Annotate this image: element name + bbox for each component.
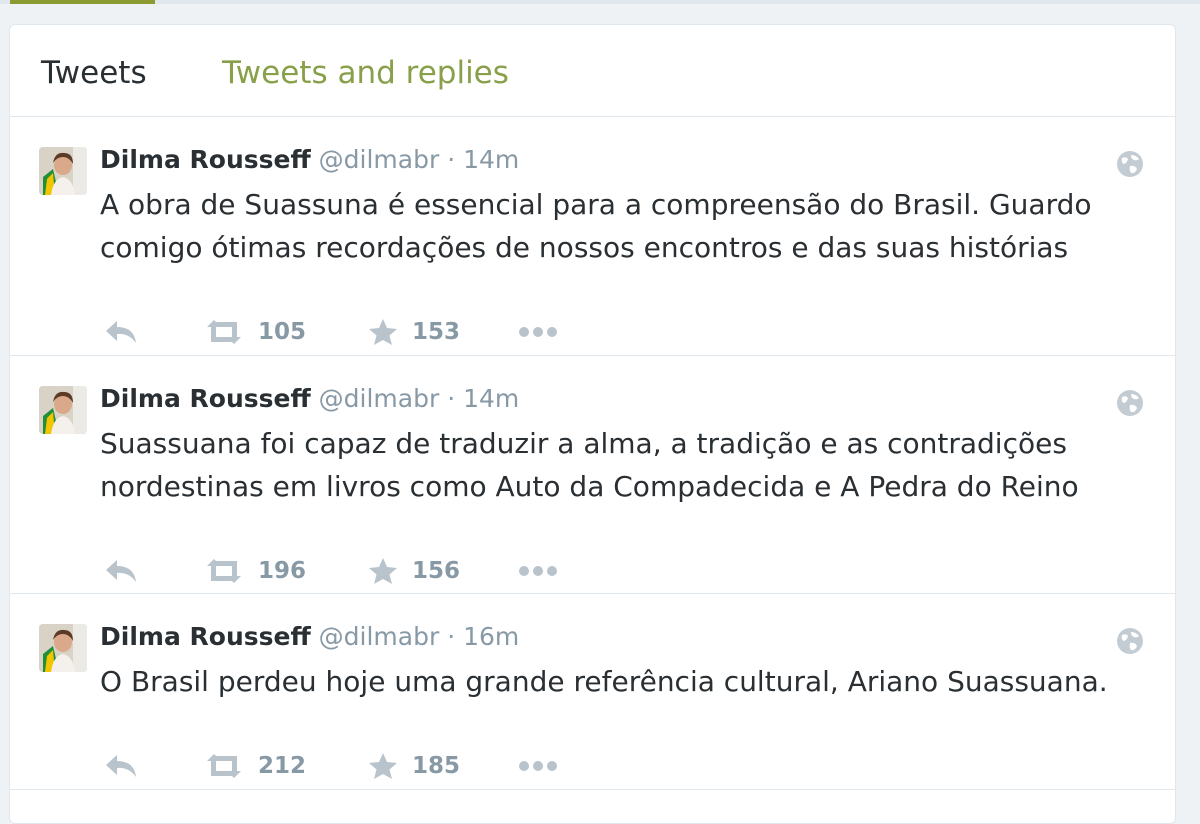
tweet-text: O Brasil perdeu hoje uma grande referênc… (100, 665, 1108, 698)
reply-button[interactable] (104, 551, 138, 591)
avatar[interactable] (39, 624, 87, 672)
tweet-actions: 212 185 (100, 746, 700, 786)
author-name[interactable]: Dilma Rousseff (100, 145, 311, 174)
more-icon (519, 566, 557, 576)
reply-button[interactable] (104, 746, 138, 786)
tweet[interactable]: Dilma Rousseff @dilmabr · 14m Suassuana … (10, 356, 1175, 594)
retweet-count: 196 (258, 558, 307, 584)
favorite-button[interactable]: 185 (368, 746, 460, 786)
more-icon (519, 761, 557, 771)
favorite-count: 185 (412, 753, 461, 779)
reply-icon (106, 321, 136, 343)
separator: · (447, 622, 456, 651)
timeline-panel: Tweets Tweets and replies Dilma Rousseff… (9, 24, 1176, 824)
favorite-button[interactable]: 156 (368, 551, 460, 591)
tweet-text: A obra de Suassuna é essencial para a co… (100, 188, 1092, 264)
timestamp[interactable]: 16m (463, 622, 519, 651)
favorite-count: 153 (412, 319, 461, 345)
top-bar (0, 0, 1200, 4)
more-button[interactable] (518, 551, 558, 591)
star-icon (369, 319, 397, 345)
more-button[interactable] (518, 312, 558, 352)
author-name[interactable]: Dilma Rousseff (100, 384, 311, 413)
retweet-button[interactable]: 105 (204, 312, 306, 352)
more-icon (519, 327, 557, 337)
author-handle[interactable]: @dilmabr (319, 622, 440, 651)
author-handle[interactable]: @dilmabr (319, 384, 440, 413)
retweet-count: 105 (258, 319, 307, 345)
separator: · (447, 145, 456, 174)
timeline-tabs: Tweets Tweets and replies (10, 25, 1175, 117)
retweet-icon (207, 754, 241, 778)
tweet-text: Suassuana foi capaz de traduzir a alma, … (100, 427, 1079, 503)
retweet-button[interactable]: 196 (204, 551, 306, 591)
reply-button[interactable] (104, 312, 138, 352)
retweet-icon (207, 320, 241, 344)
reply-icon (106, 560, 136, 582)
timestamp[interactable]: 14m (463, 145, 519, 174)
retweet-icon (207, 559, 241, 583)
author-name[interactable]: Dilma Rousseff (100, 622, 311, 651)
star-icon (369, 558, 397, 584)
tweet-actions: 196 156 (100, 551, 700, 591)
more-button[interactable] (518, 746, 558, 786)
tab-tweets[interactable]: Tweets (41, 53, 147, 93)
favorite-count: 156 (412, 558, 461, 584)
tweet[interactable]: Dilma Rousseff @dilmabr · 16m O Brasil p… (10, 594, 1175, 790)
avatar[interactable] (39, 147, 87, 195)
tab-tweets-and-replies[interactable]: Tweets and replies (222, 53, 509, 93)
tweet-actions: 105 153 (100, 312, 700, 352)
retweet-button[interactable]: 212 (204, 746, 306, 786)
timestamp[interactable]: 14m (463, 384, 519, 413)
favorite-button[interactable]: 153 (368, 312, 460, 352)
avatar[interactable] (39, 386, 87, 434)
globe-icon (1115, 149, 1145, 179)
tweet-header: Dilma Rousseff @dilmabr · 14m (100, 382, 519, 416)
tweet-header: Dilma Rousseff @dilmabr · 16m (100, 620, 519, 654)
globe-icon (1115, 388, 1145, 418)
globe-icon (1115, 626, 1145, 656)
reply-icon (106, 755, 136, 777)
active-nav-indicator (10, 0, 155, 4)
separator: · (447, 384, 456, 413)
tweet-header: Dilma Rousseff @dilmabr · 14m (100, 143, 519, 177)
author-handle[interactable]: @dilmabr (319, 145, 440, 174)
star-icon (369, 753, 397, 779)
tweet[interactable]: Dilma Rousseff @dilmabr · 14m A obra de … (10, 117, 1175, 356)
retweet-count: 212 (258, 753, 307, 779)
